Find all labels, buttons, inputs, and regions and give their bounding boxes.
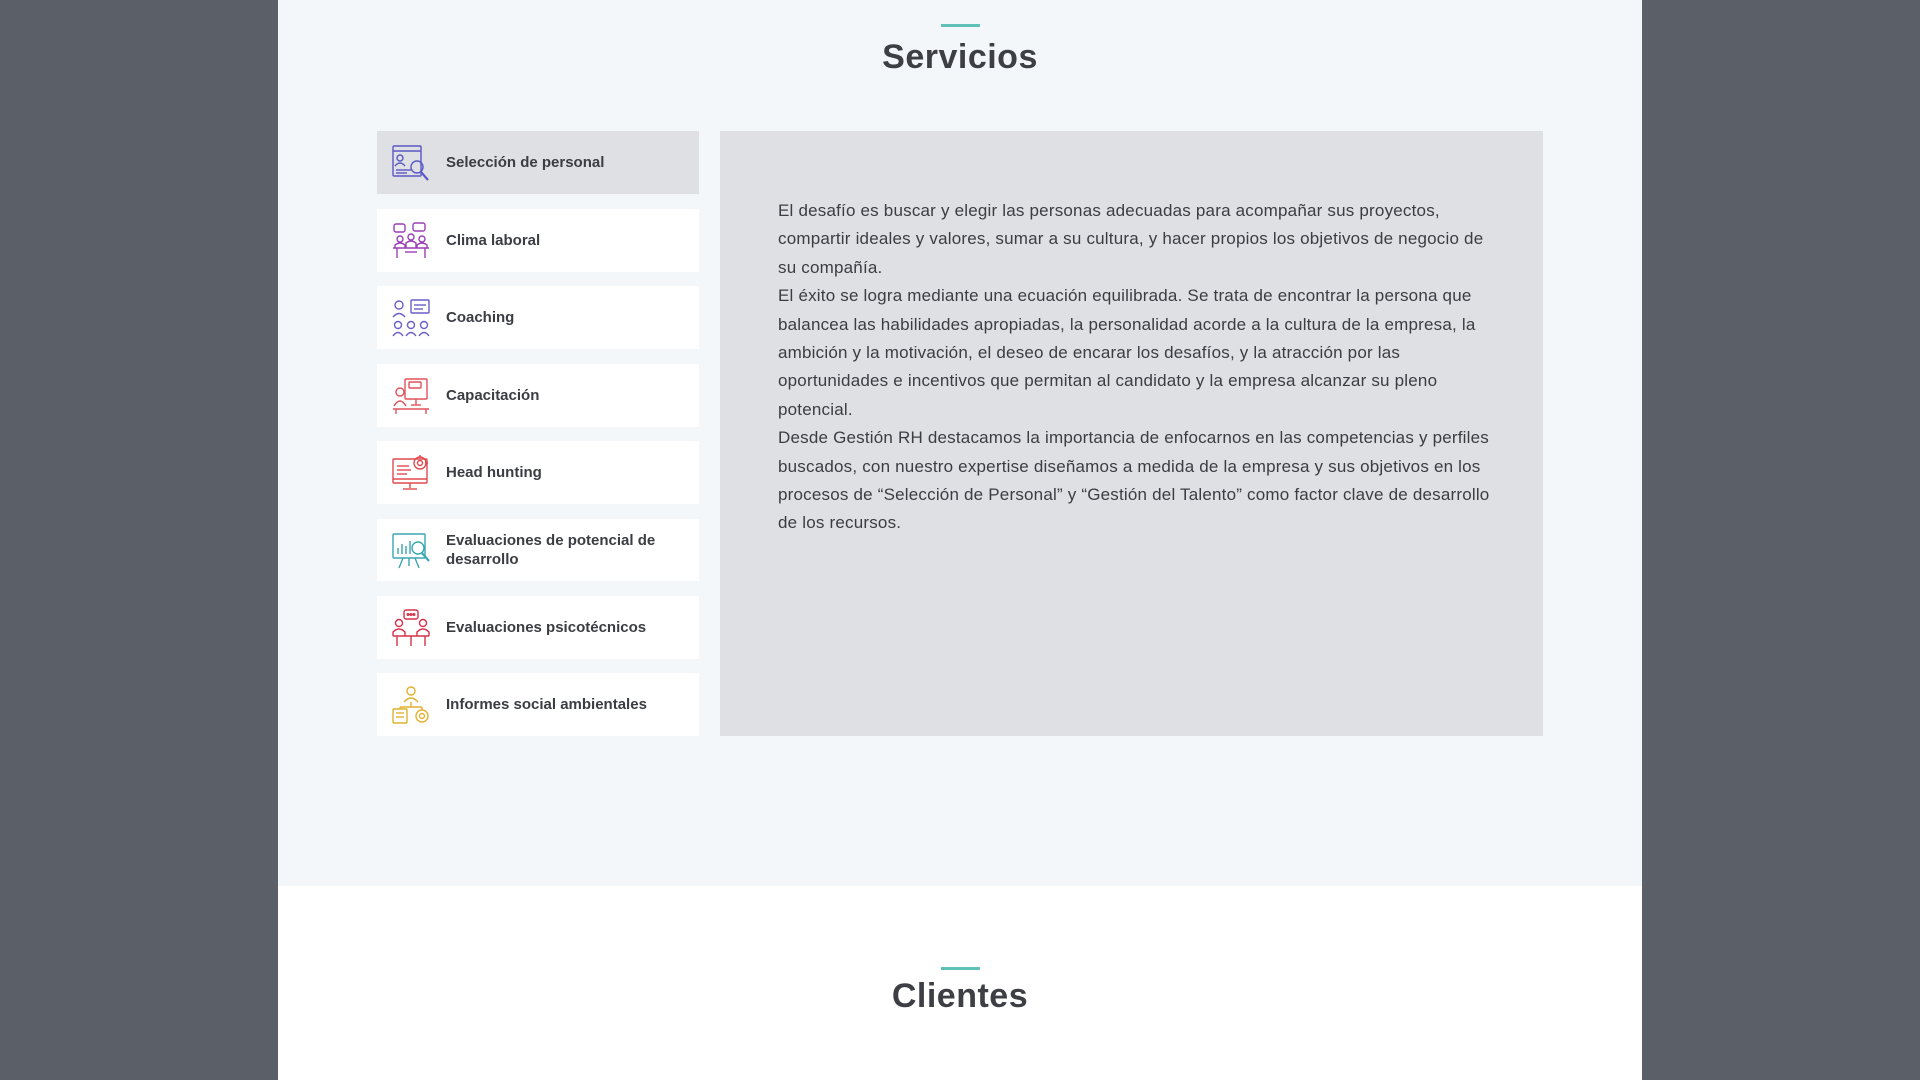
tab-capacitacion[interactable]: Capacitación [377, 364, 699, 427]
training-icon [393, 377, 429, 414]
tab-label: Capacitación [446, 387, 540, 404]
services-title: Servicios [882, 38, 1038, 76]
head-hunting-icon [392, 454, 428, 490]
tab-label: Evaluaciones psicotécnicos [446, 619, 647, 636]
clients-section: Clientes [278, 886, 1642, 1080]
work-climate-icon [393, 221, 429, 258]
tab-label: Coaching [446, 309, 515, 326]
tab-informes-social-ambientales[interactable]: Informes social ambientales [377, 673, 699, 736]
tab-label: Head hunting [446, 464, 542, 481]
tab-label: Clima laboral [446, 232, 541, 249]
social-report-icon [392, 685, 429, 724]
tab-seleccion-de-personal[interactable]: Selección de personal [377, 131, 699, 194]
description-paragraph: Desde Gestión RH destacamos la importanc… [778, 428, 1490, 533]
clients-title: Clientes [891, 977, 1029, 1015]
coaching-icon [392, 298, 430, 336]
development-evaluation-icon [392, 533, 430, 569]
services-heading: Servicios [278, 24, 1642, 77]
title-accent-bar [940, 967, 980, 970]
description-paragraph: El éxito se logra mediante una ecuación … [778, 286, 1476, 419]
service-description-panel: El desafío es buscar y elegir las person… [720, 131, 1543, 736]
tab-label: Evaluaciones de potencial de desarrollo [446, 532, 656, 568]
tab-evaluaciones-potencial[interactable]: Evaluaciones de potencial de desarrollo [377, 519, 699, 581]
tab-label: Selección de personal [446, 154, 605, 171]
psychotechnical-icon [392, 608, 430, 646]
tab-coaching[interactable]: Coaching [377, 286, 699, 349]
tab-clima-laboral[interactable]: Clima laboral [377, 209, 699, 272]
clients-heading: Clientes [278, 967, 1642, 1016]
tab-evaluaciones-psicotecnicos[interactable]: Evaluaciones psicotécnicos [377, 596, 699, 659]
recruitment-icon [392, 144, 429, 181]
description-paragraph: El desafío es buscar y elegir las person… [778, 201, 1484, 277]
tab-head-hunting[interactable]: Head hunting [377, 441, 699, 504]
title-accent-bar [940, 24, 980, 27]
tab-label: Informes social ambientales [446, 696, 647, 713]
